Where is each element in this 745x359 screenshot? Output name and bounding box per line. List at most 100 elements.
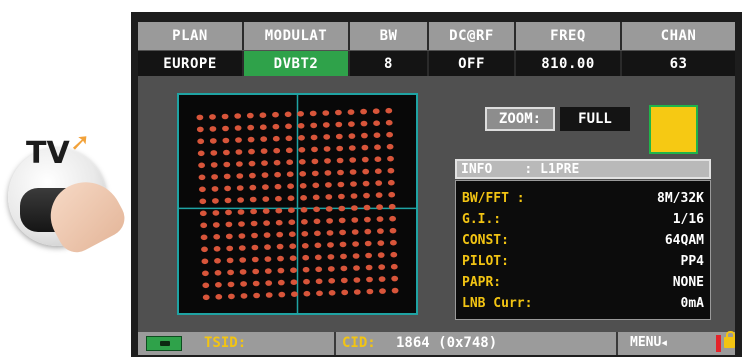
constellation-point [311,170,319,177]
constellation-point [286,159,294,165]
zoom-button[interactable]: ZOOM: [485,107,555,131]
constellation-point [234,113,242,119]
constellation-point [314,242,322,249]
constellation-point [303,290,311,297]
constellation-point [302,266,310,273]
battery-plug-icon [146,336,182,351]
info-panel-body: BW/FFT : 8M/32K G.I.: 1/16 CONST: 64QAM … [455,180,711,320]
constellation-point [376,204,383,210]
constellation-point [273,147,281,154]
header-chan-label[interactable]: CHAN [622,22,735,50]
constellation-point [375,192,383,198]
constellation-point [375,180,383,186]
constellation-point [364,240,372,247]
info-key: G.I.: [462,211,502,227]
constellation-point [373,132,381,138]
constellation-point [338,193,345,200]
constellation-point [212,198,219,204]
constellation-point [261,160,268,166]
info-value: 64QAM [664,232,704,248]
dc-at-rf-value[interactable]: OFF [429,51,516,76]
header-dcrf-label[interactable]: DC@RF [429,22,516,50]
constellation-point [277,267,285,274]
constellation-point [338,217,346,224]
tv-arrow-icon: ➚ [70,128,91,156]
constellation-point [348,145,356,151]
constellation-point [374,144,381,150]
constellation-point [276,231,284,238]
constellation-point [240,281,247,287]
meter-screen: PLAN MODULAT BW DC@RF FREQ CHAN EUROPE D… [131,12,742,357]
menu-label: MENU [630,335,662,350]
screen-content: PLAN MODULAT BW DC@RF FREQ CHAN EUROPE D… [138,22,735,355]
constellation-point [265,292,273,298]
menu-button[interactable]: MENU◂ [630,335,667,350]
zoom-value[interactable]: FULL [560,107,630,131]
constellation-point [265,280,273,286]
constellation-point [272,111,279,118]
constellation-point [390,239,397,246]
constellation-point [335,109,342,116]
constellation-point [248,148,255,155]
constellation-point [251,244,259,251]
constellation-point [363,204,371,211]
frequency-value[interactable]: 810.00 [516,51,622,76]
constellation-point [234,125,242,131]
constellation-point [297,111,304,117]
info-key: LNB Curr: [462,295,533,311]
constellation-point [262,184,269,190]
constellation-point [264,268,272,274]
constellation-point [240,293,248,299]
info-value: 1/16 [672,211,704,227]
constellation-point [287,183,294,189]
header-plan-label[interactable]: PLAN [138,22,244,50]
constellation-point [253,292,260,299]
constellation-point [287,195,295,201]
constellation-point [250,220,258,227]
constellation-point [298,159,306,165]
constellation-point [364,216,371,223]
header-bw-label[interactable]: BW [350,22,429,50]
channel-value[interactable]: 63 [622,51,735,76]
constellation-point [348,121,355,127]
header-freq-label[interactable]: FREQ [516,22,622,50]
constellation-point [210,162,218,168]
constellation-point [365,264,373,271]
constellation-point [390,251,398,258]
constellation-point [379,288,386,294]
constellation-point [362,168,370,175]
constellation-point [389,227,397,234]
constellation-point [350,181,357,187]
constellation-point [199,186,206,193]
constellation-point [361,132,368,139]
constellation-point [197,150,205,157]
constellation-point [251,256,259,263]
constellation-point [362,180,370,187]
constellation-point [288,207,295,213]
constellation-point [249,184,257,191]
constellation-point [366,288,374,295]
constellation-point [200,234,208,241]
constellation-point [288,231,296,237]
constellation-point [236,161,243,167]
constellation-point [275,219,283,226]
constellation-point [387,179,395,186]
constellation-point [377,228,384,234]
constellation-point [300,207,308,213]
constellation-point [366,276,373,283]
info-separator: : [524,161,533,177]
plan-value[interactable]: EUROPE [138,51,244,76]
constellation-point [274,183,282,190]
constellation-point [326,230,334,236]
tv-label: TV [26,136,70,171]
info-value: PP4 [680,253,704,269]
constellation-point [222,125,229,132]
constellation-point [360,120,368,127]
bandwidth-value[interactable]: 8 [350,51,429,76]
constellation-point [290,267,297,273]
modulation-value[interactable]: DVBT2 [244,51,350,76]
header-modulat-label[interactable]: MODULAT [244,22,350,50]
constellation-point [274,171,281,178]
constellation-point [301,243,309,249]
constellation-point [310,122,318,129]
